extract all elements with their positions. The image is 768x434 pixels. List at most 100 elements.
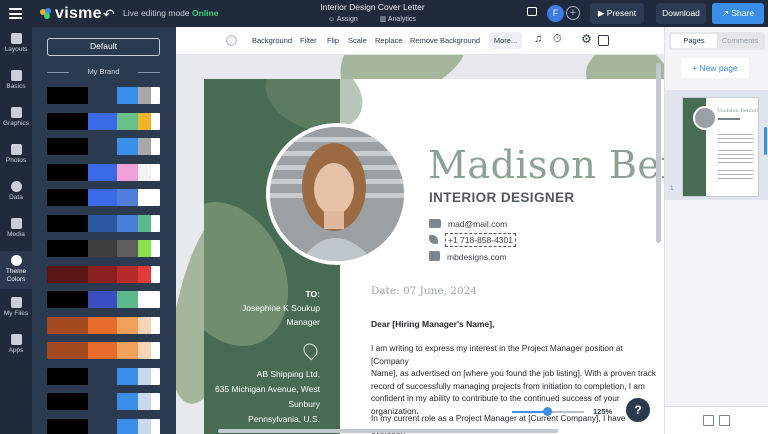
candidate-name[interactable]: Madison Benne bbox=[428, 143, 664, 187]
palette-color bbox=[151, 138, 160, 155]
palette-color bbox=[88, 138, 117, 155]
palette-color bbox=[88, 112, 117, 130]
image-settings-icon[interactable] bbox=[598, 35, 609, 46]
timer-icon[interactable]: ⏱ bbox=[553, 33, 562, 46]
rail-item-theme-colors[interactable]: Theme Colors bbox=[0, 251, 32, 289]
help-button[interactable]: ? bbox=[626, 398, 650, 422]
gear-icon[interactable]: ⚙ bbox=[581, 32, 592, 46]
rail-label: Data bbox=[9, 194, 23, 201]
image-toolbar: Background Filter Flip Scale Replace Rem… bbox=[176, 27, 664, 55]
new-page-button[interactable]: + New page bbox=[681, 58, 749, 78]
zoom-slider-handle[interactable] bbox=[542, 407, 552, 416]
palette-color bbox=[88, 265, 117, 283]
rail-item-photos[interactable]: Photos bbox=[0, 144, 32, 164]
palette-color bbox=[151, 367, 160, 385]
remove-background-button[interactable]: Remove Background bbox=[410, 36, 480, 45]
palette-color bbox=[151, 87, 160, 104]
chat-icon[interactable] bbox=[527, 7, 537, 16]
analytics-link[interactable]: ▥ Analytics bbox=[380, 16, 426, 23]
salutation[interactable]: Dear [Hiring Manager's Name], bbox=[371, 319, 494, 329]
rail-item-apps[interactable]: Apps bbox=[0, 334, 32, 354]
filter-button[interactable]: Filter bbox=[300, 36, 317, 45]
palette-color bbox=[47, 393, 88, 410]
color-palette-4[interactable] bbox=[47, 163, 160, 181]
color-palette-13[interactable] bbox=[47, 393, 160, 410]
color-palette-7[interactable] bbox=[47, 240, 160, 257]
color-palette-14[interactable] bbox=[47, 418, 160, 434]
letter-date[interactable]: Date: 07 June, 2024 bbox=[371, 285, 477, 297]
assign-link[interactable]: ☺ Assign bbox=[328, 16, 368, 23]
to-label: TO: bbox=[305, 289, 320, 299]
color-palette-6[interactable] bbox=[47, 214, 160, 232]
palette-color bbox=[138, 265, 151, 283]
tab-pages[interactable]: Pages bbox=[671, 34, 717, 48]
body-line: confident in my ability to contribute to… bbox=[371, 393, 620, 403]
rail-label: Basics bbox=[6, 83, 26, 90]
rail-item-graphics[interactable]: Graphics bbox=[0, 107, 32, 127]
rail-item-layouts[interactable]: Layouts bbox=[0, 33, 32, 53]
profile-photo[interactable] bbox=[270, 127, 404, 261]
avatar[interactable]: F bbox=[547, 5, 564, 22]
menu-icon[interactable] bbox=[9, 8, 22, 19]
palette-color bbox=[138, 240, 151, 257]
candidate-title[interactable]: INTERIOR DESIGNER bbox=[429, 190, 575, 205]
download-button[interactable]: Download bbox=[656, 3, 706, 24]
color-palette-11[interactable] bbox=[47, 342, 160, 359]
color-palette-1[interactable] bbox=[47, 87, 160, 104]
page-thumbnail[interactable]: Madison Bennet bbox=[682, 97, 759, 197]
palette-color bbox=[138, 316, 151, 334]
flip-button[interactable]: Flip bbox=[327, 36, 339, 45]
palette-color bbox=[88, 342, 117, 359]
color-palette-8[interactable] bbox=[47, 265, 160, 283]
shape-mask-icon[interactable] bbox=[226, 35, 237, 46]
more-button[interactable]: More... bbox=[489, 32, 522, 49]
visme-logo[interactable]: visme bbox=[40, 5, 102, 23]
rail-label: Layouts bbox=[4, 46, 28, 53]
undo-icon[interactable]: ↶ bbox=[103, 6, 115, 23]
tab-comments[interactable]: Comments bbox=[717, 34, 763, 48]
graphics-icon bbox=[10, 107, 22, 118]
document-title[interactable]: Interior Design Cover Letter bbox=[300, 2, 445, 12]
share-button[interactable]: ↗ Share bbox=[712, 3, 764, 24]
thumb-line bbox=[718, 134, 753, 135]
rail-label: My Files bbox=[3, 310, 29, 317]
scale-button[interactable]: Scale bbox=[348, 36, 367, 45]
default-theme-button[interactable]: Default bbox=[47, 38, 160, 56]
color-palette-9[interactable] bbox=[47, 291, 160, 308]
canvas-area[interactable]: Madison Benne INTERIOR DESIGNER mad@mail… bbox=[176, 55, 664, 434]
palette-color bbox=[117, 367, 138, 385]
replace-button[interactable]: Replace bbox=[375, 36, 403, 45]
contact-email[interactable]: mad@mail.com bbox=[429, 219, 507, 229]
color-palette-3[interactable] bbox=[47, 138, 160, 155]
pages-scrollbar[interactable] bbox=[764, 127, 767, 155]
palette-color bbox=[151, 214, 160, 232]
theme-colors-panel: Default My Brand bbox=[32, 27, 176, 434]
add-collaborator-icon[interactable]: + bbox=[566, 6, 580, 20]
document-actions: ☺ Assign ▥ Analytics bbox=[328, 15, 436, 23]
horizontal-scrollbar[interactable] bbox=[218, 429, 558, 433]
background-button[interactable]: Background bbox=[252, 36, 292, 45]
rail-item-my-files[interactable]: My Files bbox=[0, 297, 32, 317]
document-page[interactable]: Madison Benne INTERIOR DESIGNER mad@mail… bbox=[204, 79, 664, 434]
rail-item-basics[interactable]: Basics bbox=[0, 70, 32, 90]
palette-color bbox=[117, 291, 138, 308]
rail-item-data[interactable]: Data bbox=[0, 181, 32, 201]
page-thumbnail-row[interactable]: 1 Madison Bennet bbox=[665, 90, 768, 200]
my-brand-header: My Brand bbox=[47, 66, 160, 78]
body-line: I am writing to express my interest in t… bbox=[371, 343, 623, 366]
street-address: 635 Michigan Avenue, West bbox=[214, 384, 320, 394]
color-palette-5[interactable] bbox=[47, 189, 160, 206]
list-view-icon[interactable] bbox=[719, 415, 730, 426]
contact-phone[interactable]: +1 718-858-4301 bbox=[429, 233, 516, 247]
present-button[interactable]: ▶ Present bbox=[590, 3, 644, 24]
palette-color bbox=[88, 393, 117, 410]
music-icon[interactable]: ♫ bbox=[534, 33, 542, 45]
contact-website[interactable]: mbdesigns.com bbox=[429, 251, 507, 262]
color-palette-2[interactable] bbox=[47, 112, 160, 130]
palette-color bbox=[151, 163, 160, 181]
rail-item-media[interactable]: Media bbox=[0, 218, 32, 238]
color-palette-10[interactable] bbox=[47, 316, 160, 334]
color-palette-12[interactable] bbox=[47, 367, 160, 385]
vertical-scrollbar[interactable] bbox=[656, 63, 661, 243]
grid-view-icon[interactable] bbox=[703, 415, 714, 426]
